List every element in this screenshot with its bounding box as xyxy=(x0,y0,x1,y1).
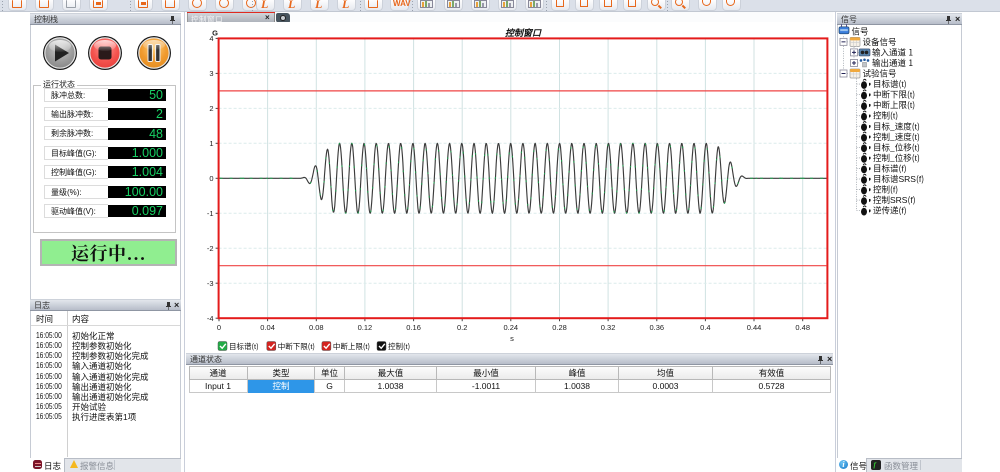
svg-text:-4: -4 xyxy=(207,314,214,323)
svg-text:中断下限(t): 中断下限(t) xyxy=(278,341,315,352)
svg-text:0.4: 0.4 xyxy=(700,323,710,332)
svg-text:s: s xyxy=(510,334,514,343)
svg-text:0: 0 xyxy=(209,174,213,183)
svg-text:1: 1 xyxy=(209,139,213,148)
svg-text:0.48: 0.48 xyxy=(795,323,810,332)
svg-text:0.24: 0.24 xyxy=(503,323,518,332)
svg-text:0.36: 0.36 xyxy=(649,323,664,332)
svg-text:3: 3 xyxy=(209,69,213,78)
svg-text:-2: -2 xyxy=(207,244,214,253)
svg-text:逆传递(f): 逆传递(f) xyxy=(873,205,907,217)
svg-text:-3: -3 xyxy=(207,279,214,288)
svg-text:0.2: 0.2 xyxy=(457,323,467,332)
svg-text:0.12: 0.12 xyxy=(358,323,373,332)
svg-text:0.16: 0.16 xyxy=(406,323,421,332)
svg-text:0.28: 0.28 xyxy=(552,323,567,332)
svg-text:0: 0 xyxy=(217,323,221,332)
svg-text:4: 4 xyxy=(209,34,213,43)
svg-text:2: 2 xyxy=(209,104,213,113)
svg-text:0.08: 0.08 xyxy=(309,323,324,332)
svg-text:控制(t): 控制(t) xyxy=(388,341,410,352)
svg-text:中断上限(t): 中断上限(t) xyxy=(333,341,370,352)
svg-text:0.44: 0.44 xyxy=(747,323,762,332)
svg-text:0.32: 0.32 xyxy=(601,323,616,332)
svg-text:控制窗口: 控制窗口 xyxy=(505,26,542,39)
svg-text:-1: -1 xyxy=(207,209,214,218)
svg-text:0.04: 0.04 xyxy=(260,323,275,332)
svg-text:目标谱(t): 目标谱(t) xyxy=(229,341,259,352)
